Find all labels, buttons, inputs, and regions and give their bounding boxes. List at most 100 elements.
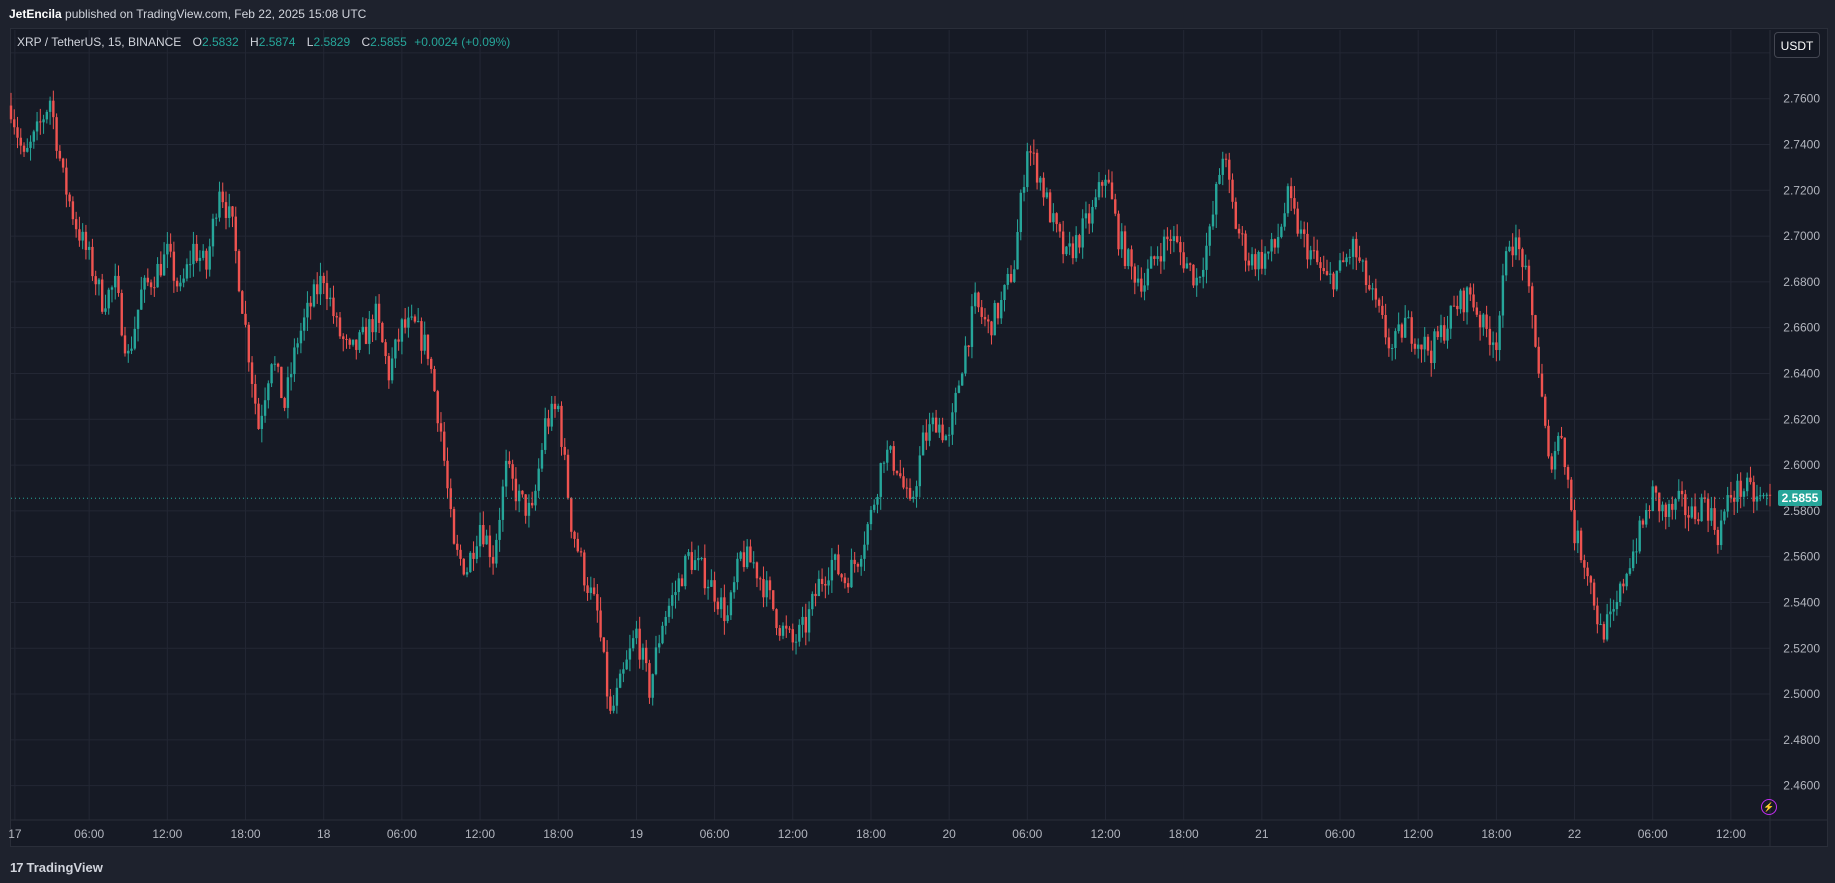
candle-body <box>1576 530 1580 544</box>
candle-body <box>423 334 426 351</box>
candle-body <box>1117 213 1120 250</box>
candle-body <box>693 560 697 570</box>
candle-body <box>9 105 13 120</box>
candle-body <box>1097 182 1101 198</box>
candle-body <box>192 243 195 265</box>
x-tick-label: 18 <box>317 827 331 841</box>
candle-body <box>469 552 472 573</box>
candle-body <box>1342 260 1345 263</box>
candle-body <box>1368 285 1371 290</box>
candle-body <box>1302 229 1306 234</box>
candle-body <box>250 362 254 384</box>
candle-body <box>351 339 355 345</box>
candle-body <box>136 309 140 329</box>
candle-body <box>511 464 514 479</box>
high-value: 2.5874 <box>258 35 296 49</box>
candle-body <box>1215 183 1218 215</box>
symbol-title[interactable]: XRP / TetherUS, 15, BINANCE <box>17 35 181 49</box>
candle-body <box>390 358 394 381</box>
candle-body <box>1273 239 1277 248</box>
candle-body <box>788 628 791 630</box>
candle-body <box>22 145 26 152</box>
candle-body <box>677 578 680 593</box>
candle-body <box>1566 467 1570 480</box>
candle-body <box>1042 177 1045 198</box>
x-tick-label: 12:00 <box>1403 827 1433 841</box>
candle-body <box>1586 567 1589 577</box>
candle-body <box>302 317 306 331</box>
candle-body <box>397 339 400 342</box>
candle-body <box>140 289 143 310</box>
candle-body <box>684 555 687 587</box>
candle-body <box>1361 260 1365 262</box>
candle-body <box>1739 480 1742 497</box>
candle-body <box>81 231 84 241</box>
y-tick-label: 2.7600 <box>1783 92 1820 106</box>
candle-body <box>1768 494 1772 496</box>
candle-body <box>472 552 475 559</box>
candle-body <box>902 476 905 488</box>
candle-body <box>703 557 707 589</box>
candle-body <box>1524 265 1527 268</box>
high-label: H <box>250 35 259 49</box>
candle-body <box>169 243 172 252</box>
candle-body <box>1101 182 1104 186</box>
candle-body <box>1071 243 1075 259</box>
candle-body <box>117 275 120 294</box>
candle-body <box>1449 305 1452 329</box>
candle-body <box>403 319 407 328</box>
price-chart[interactable]: 2.78002.76002.74002.72002.70002.68002.66… <box>0 0 1835 856</box>
candle-body <box>1700 497 1703 522</box>
candle-body <box>87 246 91 250</box>
candle-body <box>638 628 641 660</box>
candle-body <box>488 535 492 558</box>
candle-body <box>1250 254 1254 266</box>
candle-body <box>420 321 423 351</box>
candle-body <box>1045 192 1049 198</box>
candle-body <box>1247 260 1251 266</box>
candle-body <box>667 605 671 617</box>
candle-body <box>977 292 980 308</box>
candle-body <box>1224 158 1228 160</box>
currency-button[interactable]: USDT <box>1774 32 1820 58</box>
candle-body <box>1029 151 1032 153</box>
candle-body <box>990 321 993 336</box>
candle-body <box>1065 246 1068 255</box>
candle-body <box>45 111 49 120</box>
candle-body <box>26 147 29 152</box>
candle-body <box>827 580 830 586</box>
candle-body <box>833 554 837 560</box>
candle-body <box>188 264 192 266</box>
candle-body <box>1205 245 1208 270</box>
candle-body <box>32 131 36 142</box>
candle-body <box>156 263 159 288</box>
candle-body <box>570 497 573 532</box>
candle-body <box>1710 508 1713 521</box>
candle-body <box>892 446 895 471</box>
candle-body <box>579 551 583 553</box>
candle-body <box>723 597 726 622</box>
candle-body <box>547 418 550 427</box>
candle-body <box>1068 243 1071 247</box>
candle-body <box>527 502 531 516</box>
candle-body <box>964 345 967 374</box>
candle-body <box>244 313 247 325</box>
candle-body <box>1583 560 1586 568</box>
tradingview-logo[interactable]: 17 TradingView <box>10 858 103 878</box>
tradingview-logo-icon: 17 <box>10 860 24 875</box>
candle-body <box>983 316 987 320</box>
candle-body <box>807 609 811 633</box>
candle-body <box>742 552 746 568</box>
lightning-icon[interactable]: ⚡ <box>1761 799 1777 815</box>
candle-body <box>361 326 364 333</box>
candle-body <box>1110 182 1114 200</box>
candle-body <box>1697 519 1700 522</box>
candle-body <box>1759 495 1762 497</box>
candle-body <box>732 582 736 593</box>
candle-body <box>270 364 273 384</box>
candle-body <box>1742 491 1746 497</box>
candle-body <box>602 637 606 652</box>
candle-body <box>286 377 290 408</box>
candle-body <box>110 287 114 290</box>
candle-body <box>452 509 456 544</box>
